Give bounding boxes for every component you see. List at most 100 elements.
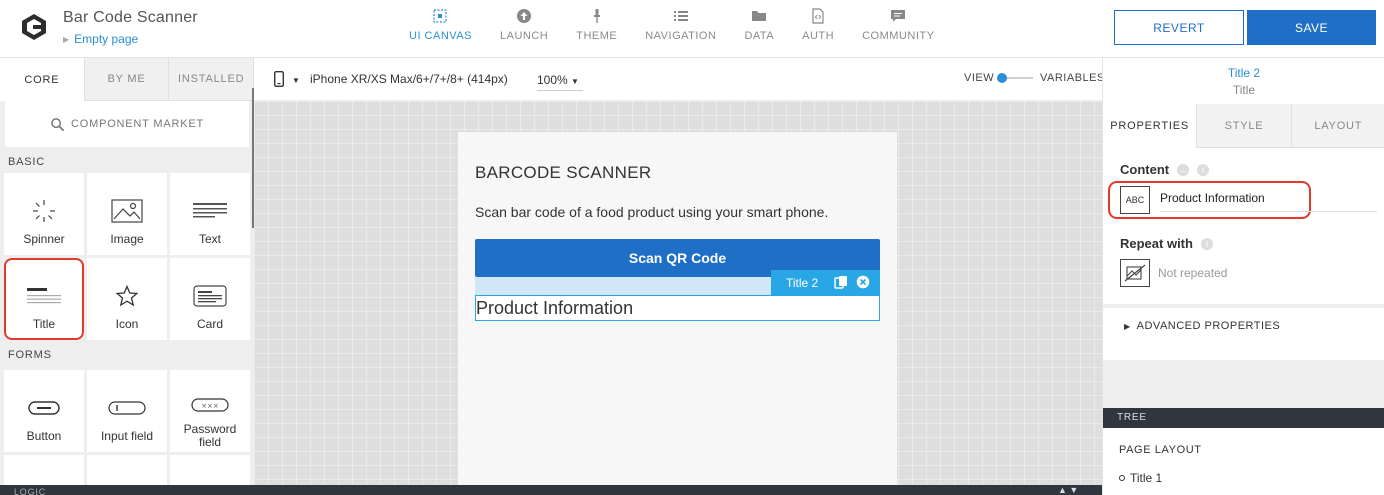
phone-screen: BARCODE SCANNER Scan bar code of a food …	[458, 132, 897, 492]
tab-properties[interactable]: PROPERTIES	[1103, 104, 1197, 148]
nav-theme[interactable]: THEME	[562, 8, 631, 52]
tab-style[interactable]: STYLE	[1196, 104, 1291, 148]
component-password-field-label: Password field	[183, 422, 237, 449]
component-button-label: Button	[26, 429, 62, 443]
component-image-label: Image	[110, 232, 144, 246]
content-input-underline	[1160, 211, 1377, 212]
basic-components-grid: Spinner Image Text Title Icon Card	[0, 173, 254, 340]
phone-icon[interactable]	[274, 71, 284, 87]
property-tabs: PROPERTIES STYLE LAYOUT	[1103, 104, 1384, 148]
abc-icon-text: ABC	[1125, 195, 1145, 205]
tree-item-label: Title 1	[1130, 471, 1163, 485]
abc-icon[interactable]: ABC	[1120, 186, 1150, 214]
variables-label: VARIABLES	[1040, 72, 1105, 84]
content-label-text: Content	[1120, 162, 1170, 177]
logic-bar[interactable]: LOGIC ▲ ▼	[0, 485, 1102, 495]
component-input-field[interactable]: Input field	[87, 370, 167, 452]
nav-launch[interactable]: LAUNCH	[486, 8, 562, 52]
save-button[interactable]: SAVE	[1247, 10, 1376, 45]
component-title[interactable]: Title	[4, 258, 84, 340]
nav-ui-canvas[interactable]: UI CANVAS	[395, 8, 486, 52]
component-spinner[interactable]: Spinner	[4, 173, 84, 255]
search-icon	[51, 117, 65, 131]
page-selector[interactable]: ▶ Empty page	[63, 32, 138, 46]
ui-canvas: BARCODE SCANNER Scan bar code of a food …	[254, 101, 1102, 492]
nav-ui-canvas-label: UI CANVAS	[409, 30, 472, 42]
auth-icon	[812, 8, 824, 24]
tree-node-icon	[1119, 475, 1125, 481]
tab-by-me[interactable]: BY ME	[84, 58, 170, 101]
caret-right-icon: ▶	[1124, 322, 1131, 331]
nav-launch-label: LAUNCH	[499, 30, 549, 42]
section-forms: FORMS	[8, 349, 52, 361]
component-spinner-label: Spinner	[23, 232, 65, 246]
repeat-value[interactable]: Not repeated	[1158, 266, 1227, 280]
nav-community[interactable]: COMMUNITY	[848, 8, 948, 52]
component-icon[interactable]: Icon	[87, 258, 167, 340]
selected-component-title: Title 2	[1227, 66, 1261, 80]
canvas-icon	[433, 9, 448, 23]
input-field-icon	[108, 401, 146, 415]
component-password-field[interactable]: ××× Password field	[170, 370, 250, 452]
nav-navigation[interactable]: NAVIGATION	[631, 8, 730, 52]
app-title: Bar Code Scanner	[63, 9, 198, 26]
zoom-value: 100%	[537, 73, 568, 87]
screen-heading[interactable]: BARCODE SCANNER	[475, 163, 651, 183]
device-toolbar: ▼ iPhone XR/XS Max/6+/7+/8+ (414px) 100%…	[254, 58, 1105, 101]
nav-data-label: DATA	[744, 30, 775, 42]
tab-installed[interactable]: INSTALLED	[169, 58, 255, 101]
logic-label: LOGIC	[14, 487, 47, 495]
tab-layout[interactable]: LAYOUT	[1290, 104, 1384, 148]
component-card[interactable]: Card	[170, 258, 250, 340]
revert-button[interactable]: REVERT	[1114, 10, 1244, 45]
selected-component-badge: Title 2	[771, 270, 880, 295]
view-variables-toggle[interactable]	[997, 73, 1033, 83]
title-icon	[27, 288, 61, 304]
component-text[interactable]: Text	[170, 173, 250, 255]
text-icon	[193, 203, 227, 218]
properties-spacer	[1103, 348, 1384, 408]
nav-data[interactable]: DATA	[730, 8, 788, 52]
chevron-down-icon: ▼	[571, 77, 579, 86]
expand-icon[interactable]: ▲ ▼	[1058, 485, 1078, 495]
tab-core[interactable]: CORE	[0, 58, 85, 101]
toggle-knob	[997, 73, 1007, 83]
component-market-button[interactable]: COMPONENT MARKET	[5, 101, 249, 147]
content-input[interactable]: Product Information	[1160, 191, 1265, 205]
tree-item-title-1[interactable]: Title 1	[1119, 471, 1162, 485]
properties-panel: Title 2 Title PROPERTIES STYLE LAYOUT Co…	[1102, 58, 1384, 495]
component-tabs: CORE BY ME INSTALLED	[0, 58, 255, 101]
tree-header[interactable]: TREE	[1103, 408, 1384, 428]
info-icon[interactable]: i	[1197, 164, 1210, 176]
app-logo-icon[interactable]	[20, 13, 48, 41]
device-dropdown-icon[interactable]: ▼	[292, 76, 300, 85]
repeat-icon[interactable]	[1120, 259, 1150, 287]
component-text-label: Text	[198, 232, 221, 246]
screen-description[interactable]: Scan bar code of a food product using yo…	[475, 204, 828, 220]
component-panel: CORE BY ME INSTALLED COMPONENT MARKET BA…	[0, 58, 255, 495]
view-label: VIEW	[964, 72, 995, 84]
zoom-selector[interactable]: 100% ▼	[537, 73, 583, 91]
form-components-grid: Button Input field ××× Password field	[0, 370, 254, 452]
top-bar: Bar Code Scanner ▶ Empty page UI CANVAS L…	[0, 0, 1384, 58]
nav-auth-label: AUTH	[802, 30, 835, 42]
page-selector-label: Empty page	[74, 32, 139, 46]
product-info-title[interactable]: Product Information	[475, 295, 880, 321]
component-button[interactable]: Button	[4, 370, 84, 452]
delete-icon[interactable]	[856, 275, 870, 289]
nav-auth[interactable]: AUTH	[788, 8, 848, 52]
content-label: Content ← i	[1120, 162, 1210, 177]
component-image[interactable]: Image	[87, 173, 167, 255]
device-selector[interactable]: iPhone XR/XS Max/6+/7+/8+ (414px)	[310, 72, 508, 86]
page-layout-label: PAGE LAYOUT	[1119, 444, 1202, 456]
advanced-properties-toggle[interactable]: ▶ ADVANCED PROPERTIES	[1103, 304, 1384, 344]
spinner-icon	[33, 200, 55, 222]
arrow-left-icon[interactable]: ←	[1177, 164, 1190, 176]
repeat-with-label-text: Repeat with	[1120, 236, 1193, 251]
svg-text:×××: ×××	[201, 402, 219, 410]
theme-icon	[593, 9, 600, 23]
info-icon[interactable]: i	[1200, 238, 1213, 250]
component-icon-label: Icon	[115, 317, 139, 331]
duplicate-icon[interactable]	[834, 275, 848, 289]
folder-icon	[752, 11, 767, 21]
